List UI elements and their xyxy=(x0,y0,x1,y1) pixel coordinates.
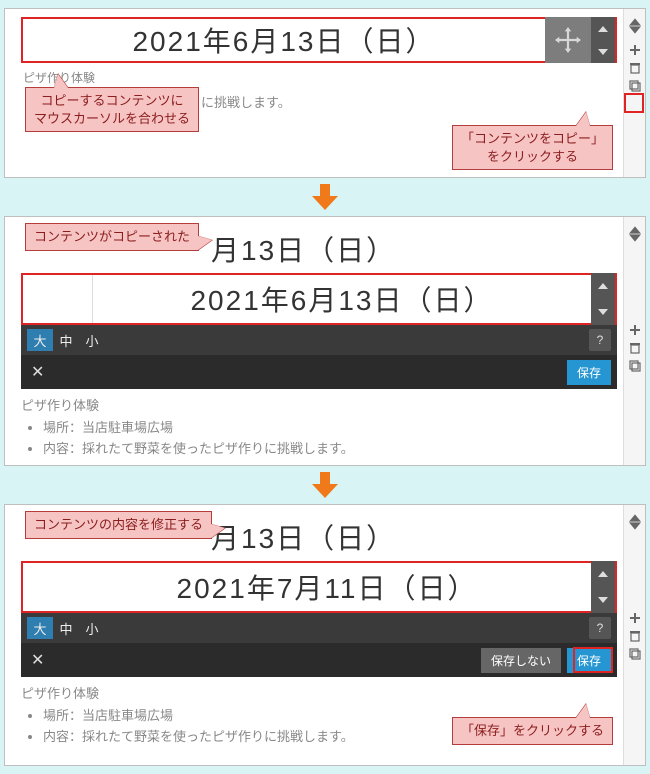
content-description: ピザ作り体験 場所：当店駐車場広場 内容：採れたて野菜を使ったピザ作りに挑戦しま… xyxy=(21,395,617,460)
arrow-down-icon xyxy=(4,182,646,212)
editor-toolbar: 大 中 小 ? xyxy=(21,325,617,355)
content-title-text: 2021年6月13日（日） xyxy=(23,20,545,60)
delete-icon[interactable] xyxy=(624,61,645,75)
move-handle-icon[interactable] xyxy=(545,17,591,63)
callout-click-copy: 「コンテンツをコピー」 をクリックする xyxy=(452,125,613,170)
copy-content-icon[interactable] xyxy=(624,647,645,661)
editor-title-text[interactable]: 2021年7月11日（日） xyxy=(23,567,591,607)
delete-icon[interactable] xyxy=(624,341,645,355)
editor-title-block[interactable]: 2021年6月13日（日） xyxy=(21,273,617,325)
arrow-down-icon xyxy=(4,470,646,500)
callout-hover: コピーするコンテンツに マウスカーソルを合わせる xyxy=(25,87,199,132)
size-large-button[interactable]: 大 xyxy=(27,329,53,351)
copy-content-icon[interactable] xyxy=(624,359,645,373)
reorder-up-down-icon[interactable] xyxy=(624,509,645,535)
add-icon[interactable] xyxy=(624,611,645,625)
stage-3: 月13日（日） コンテンツの内容を修正する 2021年7月11日（日） 大 中 … xyxy=(4,504,646,766)
desc-heading: ピザ作り体験 xyxy=(21,395,617,414)
editor-title-prefix xyxy=(23,275,93,323)
size-medium-button[interactable]: 中 xyxy=(53,617,79,639)
size-small-button[interactable]: 小 xyxy=(79,617,105,639)
list-item: 内容：採れたて野菜を使ったピザ作りに挑戦します。 xyxy=(43,439,617,460)
add-icon[interactable] xyxy=(624,323,645,337)
content-title-block[interactable]: 2021年6月13日（日） xyxy=(21,17,617,63)
help-icon[interactable]: ? xyxy=(589,329,611,351)
reorder-up-down-icon[interactable] xyxy=(624,221,645,247)
add-icon[interactable] xyxy=(624,43,645,57)
size-large-button[interactable]: 大 xyxy=(27,617,53,639)
side-gutter xyxy=(623,505,645,765)
content-reorder-icon[interactable] xyxy=(591,17,615,63)
callout-copied: コンテンツがコピーされた xyxy=(25,223,199,251)
save-button[interactable]: 保存 xyxy=(567,360,611,385)
help-icon[interactable]: ? xyxy=(589,617,611,639)
editor-title-text[interactable]: 2021年6月13日（日） xyxy=(93,279,591,319)
side-gutter xyxy=(623,217,645,465)
editor-title-block[interactable]: 2021年7月11日（日） xyxy=(21,561,617,613)
delete-icon[interactable] xyxy=(624,629,645,643)
close-icon[interactable]: ✕ xyxy=(27,650,48,670)
size-medium-button[interactable]: 中 xyxy=(53,329,79,351)
close-icon[interactable]: ✕ xyxy=(27,362,48,382)
side-gutter xyxy=(623,9,645,177)
save-button[interactable]: 保存 xyxy=(567,648,611,673)
reorder-up-down-icon[interactable] xyxy=(624,13,645,39)
stage-2: 月13日（日） コンテンツがコピーされた 2021年6月13日（日） 大 中 小… xyxy=(4,216,646,466)
stage-1: 2021年6月13日（日） ピザ作り体験 に挑戦します。 コピーするコンテンツに… xyxy=(4,8,646,178)
content-reorder-icon[interactable] xyxy=(591,561,615,613)
callout-edit: コンテンツの内容を修正する xyxy=(25,511,212,539)
content-reorder-icon[interactable] xyxy=(591,273,615,325)
size-small-button[interactable]: 小 xyxy=(79,329,105,351)
copy-content-icon[interactable] xyxy=(624,79,645,93)
list-item: 場所：当店駐車場広場 xyxy=(43,418,617,439)
callout-click-save: 「保存」をクリックする xyxy=(452,717,613,745)
editor-actionbar: ✕ 保存 xyxy=(21,355,617,389)
desc-heading: ピザ作り体験 xyxy=(21,683,617,702)
sub-label: ピザ作り体験 xyxy=(23,69,615,86)
editor-toolbar: 大 中 小 ? xyxy=(21,613,617,643)
no-save-button[interactable]: 保存しない xyxy=(481,648,561,673)
truncated-desc: に挑戦します。 xyxy=(201,92,617,111)
editor-actionbar: ✕ 保存しない 保存 xyxy=(21,643,617,677)
